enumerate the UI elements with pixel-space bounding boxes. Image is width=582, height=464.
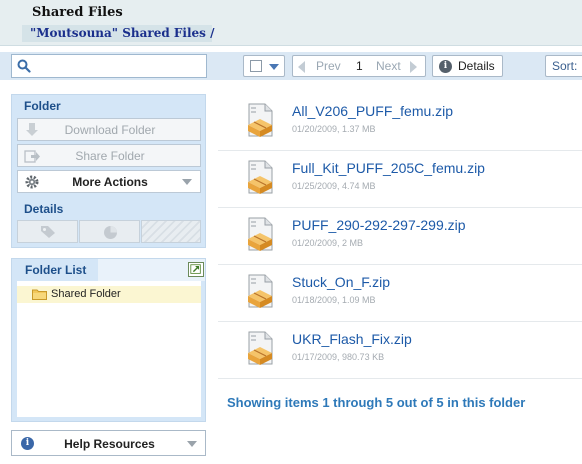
zip-file-icon[interactable] (247, 103, 273, 137)
chevron-down-icon[interactable] (269, 64, 279, 70)
tab-folder-list[interactable]: Folder List (12, 259, 98, 281)
search-box[interactable] (11, 54, 207, 78)
chevron-down-icon (182, 179, 192, 185)
disc-icon (104, 226, 117, 239)
search-icon[interactable] (17, 59, 31, 73)
file-row[interactable]: Full_Kit_PUFF_205C_femu.zip 01/25/2009, 4… (218, 151, 582, 208)
page-number: 1 (356, 59, 363, 73)
file-name-link[interactable]: Full_Kit_PUFF_205C_femu.zip (292, 160, 485, 176)
help-resources-label: Help Resources (64, 437, 155, 451)
folder-heading: Folder (24, 99, 61, 113)
sort-button[interactable]: Sort: (545, 55, 582, 77)
search-input[interactable] (36, 57, 202, 75)
help-resources-dropdown[interactable]: i Help Resources (11, 430, 206, 456)
rating-button[interactable] (79, 220, 140, 243)
download-folder-label: Download Folder (64, 123, 156, 137)
disabled-tool-button (141, 220, 201, 243)
folder-icon (32, 289, 47, 300)
file-meta: 01/20/2009, 2 MB (292, 238, 364, 248)
folder-tree-item[interactable]: Shared Folder (17, 286, 201, 303)
file-row[interactable]: UKR_Flash_Fix.zip 01/17/2009, 980.73 KB (218, 322, 582, 379)
next-button[interactable]: Next (376, 59, 401, 73)
folder-tree: Shared Folder (17, 281, 201, 417)
share-folder-button[interactable]: Share Folder (17, 144, 201, 167)
select-all-dropdown[interactable] (243, 55, 285, 77)
breadcrumb[interactable]: "Moutsouna" Shared Files / (30, 26, 215, 40)
more-actions-label: More Actions (72, 175, 148, 189)
file-name-link[interactable]: UKR_Flash_Fix.zip (292, 331, 412, 347)
prev-arrow-icon[interactable] (298, 61, 305, 73)
file-row[interactable]: PUFF_290-292-297-299.zip 01/20/2009, 2 MB (218, 208, 582, 265)
details-toolbar (17, 220, 201, 243)
file-name-link[interactable]: All_V206_PUFF_femu.zip (292, 103, 453, 119)
info-icon: i (439, 60, 452, 73)
pager: Prev 1 Next (292, 55, 426, 77)
folder-list-tabbar: Folder List (12, 259, 205, 281)
details-button-label: Details (458, 59, 495, 73)
toolbar: Prev 1 Next i Details Sort: (0, 52, 582, 80)
file-meta: 01/25/2009, 4.74 MB (292, 181, 376, 191)
items-summary: Showing items 1 through 5 out of 5 in th… (227, 395, 526, 410)
tag-button[interactable] (17, 220, 78, 243)
folder-panel: Folder Download Folder Share Folder More… (11, 94, 206, 248)
folder-list-panel: Folder List Shared Folder (11, 258, 206, 422)
details-button[interactable]: i Details (432, 55, 503, 77)
more-actions-dropdown[interactable]: More Actions (17, 170, 201, 193)
file-name-link[interactable]: PUFF_290-292-297-299.zip (292, 217, 466, 233)
zip-file-icon[interactable] (247, 160, 273, 194)
download-folder-button[interactable]: Download Folder (17, 118, 201, 141)
next-arrow-icon[interactable] (410, 61, 417, 73)
zip-file-icon[interactable] (247, 274, 273, 308)
file-row[interactable]: Stuck_On_F.zip 01/18/2009, 1.09 MB (218, 265, 582, 322)
file-meta: 01/20/2009, 1.37 MB (292, 124, 376, 134)
zip-file-icon[interactable] (247, 217, 273, 251)
folder-list-heading: Folder List (25, 263, 87, 277)
sort-button-label: Sort: (552, 59, 578, 73)
select-all-checkbox[interactable] (250, 60, 262, 72)
file-row[interactable]: All_V206_PUFF_femu.zip 01/20/2009, 1.37 M… (218, 94, 582, 151)
page-header: Shared Files "Moutsouna" Shared Files / (0, 0, 582, 46)
prev-button[interactable]: Prev (316, 59, 341, 73)
details-heading: Details (24, 202, 64, 216)
folder-tree-item-label: Shared Folder (51, 288, 121, 300)
expand-icon[interactable] (188, 262, 204, 277)
file-name-link[interactable]: Stuck_On_F.zip (292, 274, 390, 290)
chevron-down-icon (187, 441, 197, 447)
zip-file-icon[interactable] (247, 331, 273, 365)
page-title: Shared Files (32, 5, 123, 20)
file-meta: 01/17/2009, 980.73 KB (292, 352, 385, 362)
share-folder-label: Share Folder (75, 149, 145, 163)
file-meta: 01/18/2009, 1.09 MB (292, 295, 376, 305)
tag-icon (41, 226, 55, 238)
